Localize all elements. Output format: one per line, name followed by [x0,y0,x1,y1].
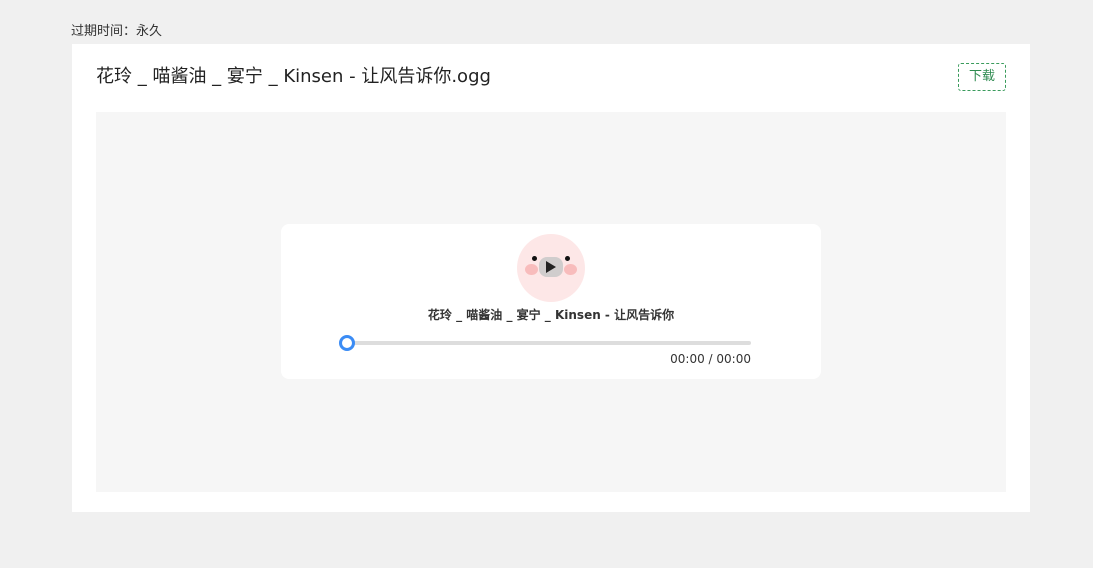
download-button[interactable]: 下载 [958,63,1006,91]
progress-handle[interactable] [339,335,355,351]
cover-eye-left [532,256,537,261]
cover-eye-right [565,256,570,261]
file-card: 花玲 _ 喵酱油 _ 宴宁 _ Kinsen - 让风告诉你.ogg 下载 花玲… [72,44,1030,512]
time-display: 00:00 / 00:00 [670,352,751,366]
preview-area: 花玲 _ 喵酱油 _ 宴宁 _ Kinsen - 让风告诉你 00:00 / 0… [96,112,1006,492]
cover-blush-left [525,264,538,275]
file-title: 花玲 _ 喵酱油 _ 宴宁 _ Kinsen - 让风告诉你.ogg [96,66,491,87]
track-title: 花玲 _ 喵酱油 _ 宴宁 _ Kinsen - 让风告诉你 [427,308,675,322]
expire-time-label: 过期时间：永久 [71,24,163,39]
audio-player: 花玲 _ 喵酱油 _ 宴宁 _ Kinsen - 让风告诉你 00:00 / 0… [281,224,821,379]
album-cover-play-button[interactable] [517,234,585,302]
play-icon[interactable] [539,257,563,277]
cover-blush-right [564,264,577,275]
progress-bar[interactable] [339,335,751,351]
